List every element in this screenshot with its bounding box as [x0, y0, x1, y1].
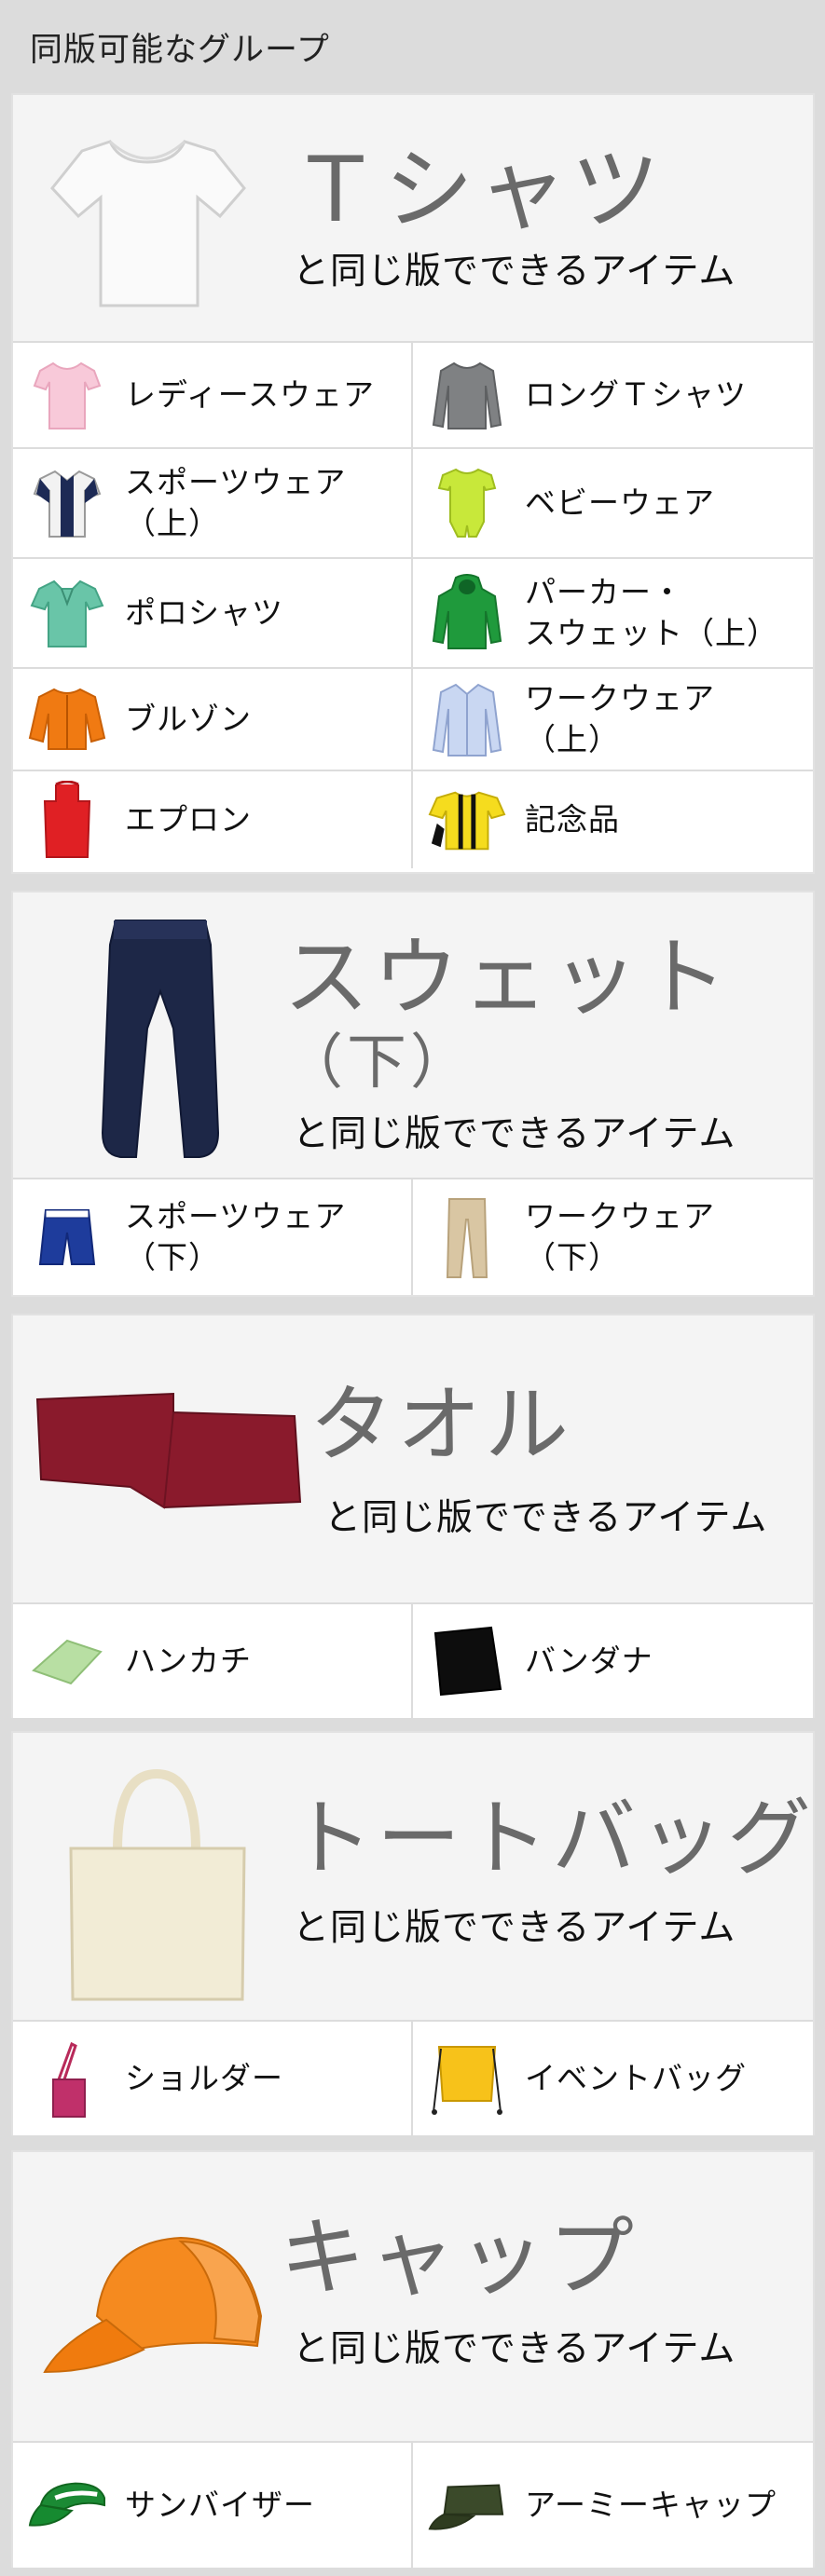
item-sports-wear-bottom[interactable]: スポーツウェア （下）	[13, 1179, 413, 1295]
group-hero[interactable]: Ｔシャツ と同じ版でできるアイテム	[13, 95, 813, 343]
sports-shorts-icon	[28, 1198, 106, 1276]
page-title: 同版可能なグループ	[0, 0, 825, 93]
group-title: タオル	[309, 1376, 572, 1474]
polo-shirt-icon	[28, 574, 106, 652]
group-subtitle: と同じ版でできるアイテム	[293, 2328, 736, 2370]
item-bandana[interactable]: バンダナ	[413, 1604, 813, 1718]
work-shirt-icon	[428, 680, 506, 758]
item-event-bag[interactable]: イベントバッグ	[413, 2022, 813, 2135]
item-army-cap[interactable]: アーミーキャップ	[413, 2443, 813, 2568]
group-hero[interactable]: キャップ と同じ版でできるアイテム	[13, 2152, 813, 2443]
item-work-wear-top[interactable]: ワークウェア （上）	[413, 669, 813, 771]
item-polo-shirt[interactable]: ポロシャツ	[13, 559, 413, 669]
item-label: ロングＴシャツ	[525, 376, 747, 413]
drawstring-bag-icon	[428, 2039, 506, 2118]
item-label: ワークウェア （上）	[525, 680, 715, 757]
sweat-pants-icon	[95, 917, 226, 1168]
group-title-suffix: （下）	[283, 1029, 474, 1097]
souvenir-icon	[428, 781, 506, 859]
page-title-text: 同版可能なグループ	[30, 31, 330, 69]
group-hero[interactable]: トートバッグ と同じ版でできるアイテム	[13, 1733, 813, 2022]
item-label: ベビーウェア	[525, 484, 715, 521]
baby-romper-icon	[428, 464, 506, 542]
item-label: ポロシャツ	[125, 594, 283, 631]
item-label: サンバイザー	[125, 2487, 315, 2523]
cap-icon	[41, 2223, 274, 2381]
group-subtitle: と同じ版でできるアイテム	[293, 1113, 736, 1155]
item-grid: サンバイザー アーミーキャップ	[13, 2443, 813, 2568]
item-grid: ショルダー イベントバッグ	[13, 2022, 813, 2135]
item-ladies-wear[interactable]: レディースウェア	[13, 343, 413, 449]
group-title: トートバッグ	[289, 1790, 815, 1888]
group-title: スウェット	[283, 928, 732, 1028]
group-tote-bag: トートバッグ と同じ版でできるアイテム ショルダー イベントバッグ	[11, 1731, 815, 2135]
group-hero[interactable]: スウェット （下） と同じ版でできるアイテム	[13, 893, 813, 1179]
item-label: アーミーキャップ	[525, 2487, 777, 2523]
item-baby-wear[interactable]: ベビーウェア	[413, 449, 813, 559]
item-sports-wear-top[interactable]: スポーツウェア （上）	[13, 449, 413, 559]
apron-icon	[28, 781, 106, 859]
army-cap-icon	[428, 2466, 506, 2544]
tote-bag-icon	[60, 1766, 255, 2005]
shoulder-bag-icon	[28, 2039, 106, 2118]
item-grid: レディースウェア ロングＴシャツ スポーツウェア （上） ベビーウェア ポロシャ…	[13, 343, 813, 868]
blouson-icon	[28, 680, 106, 758]
item-label: パーカー・ スウェット（上）	[525, 574, 778, 651]
handkerchief-icon	[28, 1622, 106, 1700]
item-label: ワークウェア （下）	[525, 1198, 715, 1275]
item-grid: ハンカチ バンダナ	[13, 1604, 813, 1718]
ladies-tshirt-icon	[28, 356, 106, 434]
item-label: ブルゾン	[125, 701, 252, 737]
work-pants-icon	[428, 1198, 506, 1278]
item-label: スポーツウェア （上）	[125, 464, 347, 541]
group-towel: タオル と同じ版でできるアイテム ハンカチ バンダナ	[11, 1314, 815, 1718]
sports-shirt-icon	[28, 464, 106, 542]
group-hero[interactable]: タオル と同じ版でできるアイテム	[13, 1315, 813, 1604]
group-sweat-bottom: スウェット （下） と同じ版でできるアイテム スポーツウェア （下） ワークウェ…	[11, 891, 815, 1297]
item-label: イベントバッグ	[525, 2060, 747, 2096]
item-handkerchief[interactable]: ハンカチ	[13, 1604, 413, 1718]
group-subtitle: と同じ版でできるアイテム	[293, 251, 736, 293]
item-label: バンダナ	[525, 1642, 653, 1679]
group-subtitle: と同じ版でできるアイテム	[293, 1907, 736, 1949]
group-title: キャップ	[280, 2208, 639, 2308]
item-label: ハンカチ	[125, 1642, 252, 1679]
item-label: 記念品	[525, 801, 620, 838]
item-apron[interactable]: エプロン	[13, 771, 413, 868]
item-label: エプロン	[125, 801, 252, 838]
item-long-tshirt[interactable]: ロングＴシャツ	[413, 343, 813, 449]
item-label: ショルダー	[125, 2060, 283, 2096]
hoodie-icon	[428, 574, 506, 652]
item-grid: スポーツウェア （下） ワークウェア （下）	[13, 1179, 813, 1295]
group-title: Ｔシャツ	[291, 138, 664, 242]
item-hoodie[interactable]: パーカー・ スウェット（上）	[413, 559, 813, 669]
item-work-wear-bottom[interactable]: ワークウェア （下）	[413, 1179, 813, 1295]
tshirt-icon	[45, 123, 250, 319]
item-blouson[interactable]: ブルゾン	[13, 669, 413, 771]
item-souvenir[interactable]: 記念品	[413, 771, 813, 868]
group-cap: キャップ と同じ版でできるアイテム サンバイザー アーミーキャップ	[11, 2150, 815, 2568]
group-tshirt: Ｔシャツ と同じ版でできるアイテム レディースウェア ロングＴシャツ スポーツウ…	[11, 93, 815, 874]
item-label: スポーツウェア （下）	[125, 1198, 347, 1275]
item-sun-visor[interactable]: サンバイザー	[13, 2443, 413, 2568]
towel-icon	[34, 1390, 313, 1520]
item-shoulder-bag[interactable]: ショルダー	[13, 2022, 413, 2135]
bandana-icon	[428, 1622, 506, 1700]
item-label: レディースウェア	[125, 376, 376, 413]
long-tshirt-icon	[428, 356, 506, 434]
group-subtitle: と同じ版でできるアイテム	[324, 1497, 768, 1539]
sun-visor-icon	[28, 2466, 106, 2544]
